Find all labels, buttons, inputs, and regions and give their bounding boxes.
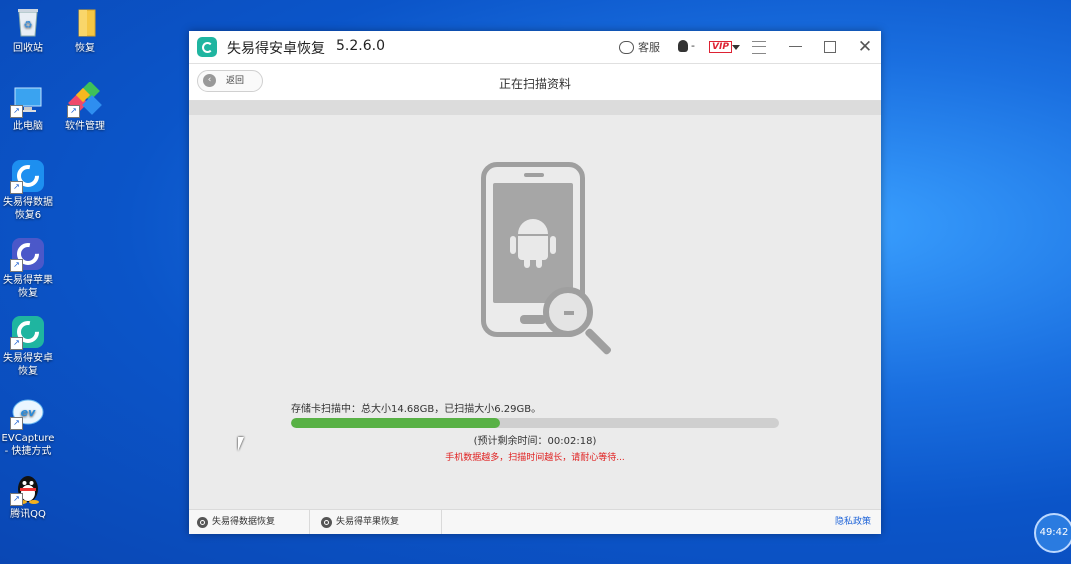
- qq-penguin-icon: ↗: [10, 470, 46, 506]
- desktop-icon-apple-recovery[interactable]: ↗ 失易得苹果恢复: [0, 236, 56, 300]
- phone-screen: [493, 183, 573, 303]
- footer-link-data-recovery[interactable]: 失易得数据恢复: [189, 510, 310, 534]
- app-title: 失易得安卓恢复: [227, 41, 325, 57]
- title-bar[interactable]: 失易得安卓恢复 5.2.6.0 客服 - VIP ✕: [189, 31, 881, 64]
- phone-home-button: [520, 315, 546, 324]
- minimize-button[interactable]: [789, 46, 802, 47]
- data-recovery-logo-icon: [197, 516, 208, 528]
- footer-link-apple-recovery[interactable]: 失易得苹果恢复: [313, 510, 442, 534]
- scan-warning-text: 手机数据越多，扫描时间越长，请耐心等待...: [445, 453, 625, 463]
- vip-badge[interactable]: VIP: [709, 41, 732, 53]
- desktop-icon-software-manager[interactable]: ↗ 软件管理: [57, 81, 113, 133]
- apple-recovery-app-icon: ↗: [10, 236, 46, 272]
- footer-link-label: 失易得数据恢复: [212, 517, 276, 527]
- floating-timer-badge[interactable]: 49:42: [1034, 513, 1071, 553]
- shortcut-arrow-icon: ↗: [10, 105, 23, 118]
- desktop-icon-label: 此电脑: [13, 121, 43, 132]
- scan-progress-bar: [291, 418, 779, 428]
- remaining-time-text: (预计剩余时间：00:02:18): [473, 436, 597, 447]
- phone-speaker: [524, 173, 544, 177]
- desktop-icon-qq[interactable]: ↗ 腾讯QQ: [0, 470, 56, 521]
- apple-recovery-logo-icon: [321, 516, 332, 528]
- divider: [189, 101, 881, 115]
- menu-icon[interactable]: [752, 41, 766, 54]
- shortcut-arrow-icon: ↗: [10, 337, 23, 350]
- data-recovery-app-icon: ↗: [10, 158, 46, 194]
- account-name: -: [691, 39, 695, 52]
- desktop-icon-label: 失易得数据恢复6: [3, 197, 53, 221]
- evcapture-icon: ev ↗: [10, 394, 46, 430]
- magnifier-icon: [543, 287, 593, 337]
- shortcut-arrow-icon: ↗: [10, 493, 23, 506]
- desktop-icon-data-recovery[interactable]: ↗ 失易得数据恢复6: [0, 158, 56, 222]
- shortcut-arrow-icon: ↗: [67, 105, 80, 118]
- desktop-icon-folder[interactable]: 恢复: [57, 4, 113, 55]
- app-window: 失易得安卓恢复 5.2.6.0 客服 - VIP ✕ ‹ 返回 正在扫描资料 存…: [189, 31, 881, 534]
- desktop-icon-label: 回收站: [13, 43, 43, 54]
- desktop-icon-label: 软件管理: [65, 121, 105, 132]
- desktop-icon-android-recovery[interactable]: ↗ 失易得安卓恢复: [0, 314, 56, 378]
- computer-icon: ↗: [10, 82, 46, 118]
- customer-service-label: 客服: [638, 41, 660, 54]
- folder-icon: [67, 4, 103, 40]
- chevron-down-icon[interactable]: [732, 45, 740, 50]
- android-robot-body: [518, 236, 548, 260]
- desktop-icon-recycle-bin[interactable]: ♻ 回收站: [0, 4, 56, 55]
- app-logo-icon: [197, 37, 217, 57]
- privacy-policy-link[interactable]: 隐私政策: [835, 510, 871, 534]
- android-robot-icon: [518, 219, 548, 234]
- desktop-icon-label: 腾讯QQ: [10, 509, 46, 520]
- recycle-bin-icon: ♻: [10, 4, 46, 40]
- magnifier-handle: [584, 327, 613, 356]
- desktop-icon-label: 失易得苹果恢复: [3, 275, 53, 299]
- footer-link-label: 失易得苹果恢复: [336, 517, 400, 527]
- shortcut-arrow-icon: ↗: [10, 181, 23, 194]
- android-robot-leg: [524, 258, 530, 268]
- desktop-icon-evcapture[interactable]: ev ↗ EVCapture - 快捷方式: [0, 394, 56, 458]
- android-robot-arm: [550, 236, 556, 254]
- android-robot-leg: [536, 258, 542, 268]
- desktop-icon-this-pc[interactable]: ↗ 此电脑: [0, 82, 56, 133]
- maximize-button[interactable]: [824, 41, 836, 53]
- mouse-cursor-icon: [238, 437, 244, 451]
- scan-progress-fill: [291, 418, 500, 428]
- nav-bar: ‹ 返回 正在扫描资料: [189, 64, 881, 101]
- shortcut-arrow-icon: ↗: [10, 417, 23, 430]
- qq-account-icon[interactable]: [678, 40, 688, 52]
- shortcut-arrow-icon: ↗: [10, 259, 23, 272]
- software-manager-icon: ↗: [67, 81, 103, 118]
- svg-text:♻: ♻: [24, 20, 33, 31]
- scan-status-text: 存储卡扫描中：总大小14.68GB，已扫描大小6.29GB。: [291, 404, 542, 415]
- desktop-icon-label: 恢复: [75, 43, 95, 54]
- desktop-icon-label: 失易得安卓恢复: [3, 353, 53, 377]
- app-version: 5.2.6.0: [336, 38, 385, 54]
- android-recovery-app-icon: ↗: [10, 314, 46, 350]
- customer-service-button[interactable]: 客服: [619, 39, 660, 55]
- chat-bubble-icon: [619, 40, 634, 54]
- footer-bar: 失易得数据恢复 失易得苹果恢复 隐私政策: [189, 509, 881, 534]
- desktop-icon-label: EVCapture - 快捷方式: [1, 433, 55, 457]
- android-robot-arm: [510, 236, 516, 254]
- page-title: 正在扫描资料: [498, 77, 571, 91]
- close-icon[interactable]: ✕: [856, 37, 874, 57]
